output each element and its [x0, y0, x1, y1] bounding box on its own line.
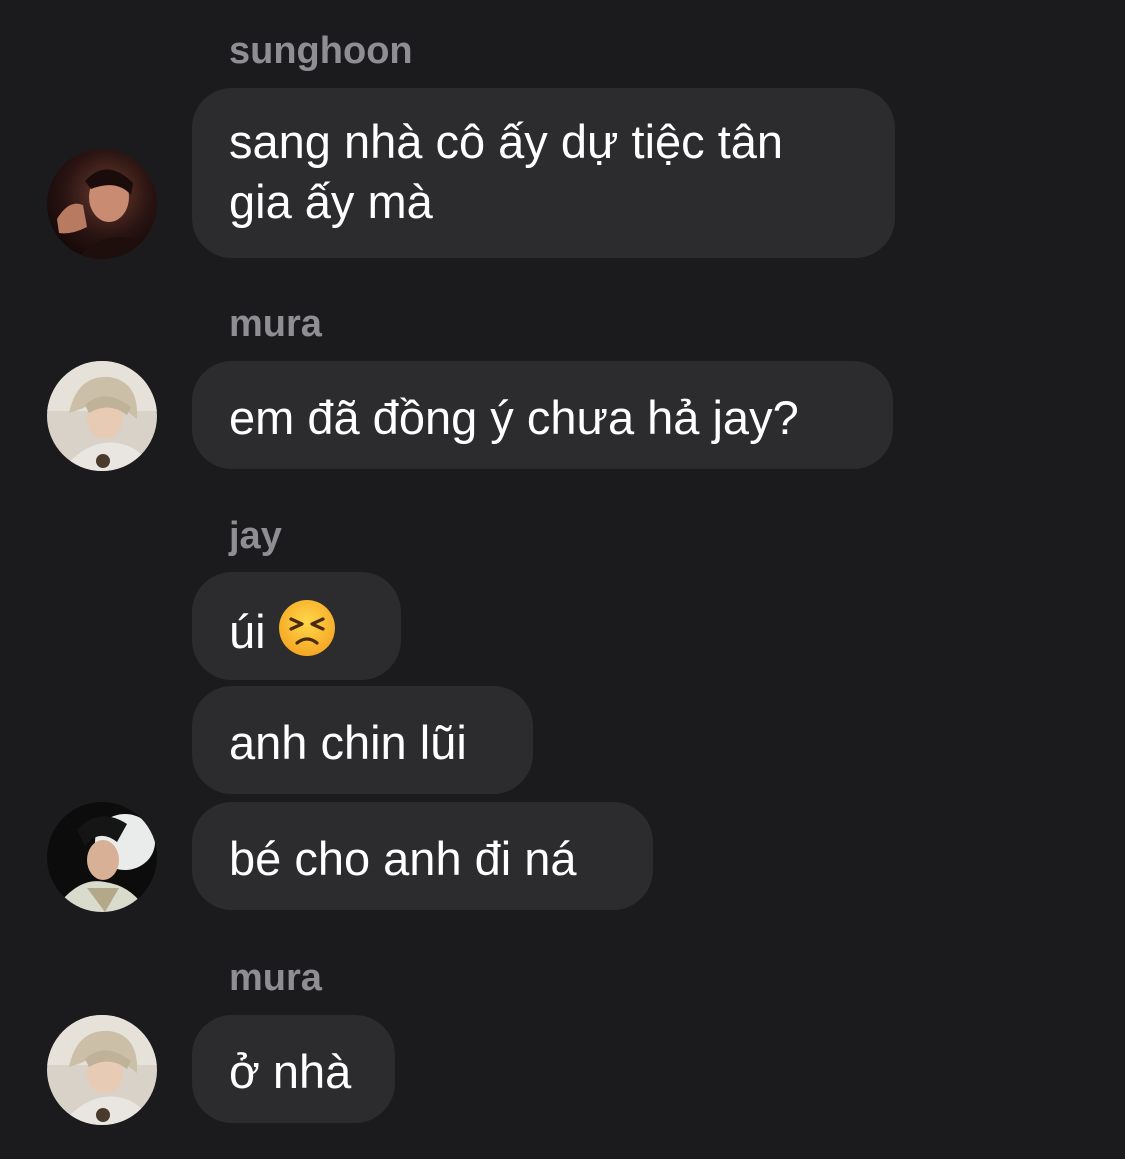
sender-name: mura — [229, 303, 322, 345]
sunghoon-avatar-image — [47, 149, 157, 259]
jay-avatar-image — [47, 802, 157, 912]
message-text: anh chin lũi — [229, 716, 467, 769]
message-bubble[interactable]: anh chin lũi — [192, 686, 533, 794]
message-text: em đã đồng ý chưa hả jay? — [229, 391, 799, 444]
avatar[interactable] — [47, 802, 157, 912]
avatar[interactable] — [47, 1015, 157, 1125]
message-bubble[interactable]: bé cho anh đi ná — [192, 802, 653, 910]
message-text-line: sang nhà cô ấy dự tiệc tân — [229, 115, 784, 168]
message-bubble[interactable]: em đã đồng ý chưa hả jay? — [192, 361, 893, 469]
message-bubble[interactable]: ở nhà — [192, 1015, 395, 1123]
message-text: ở nhà — [229, 1045, 352, 1098]
message-text: bé cho anh đi ná — [229, 832, 577, 885]
message-bubble[interactable]: úi — [192, 572, 401, 680]
avatar[interactable] — [47, 149, 157, 259]
mura-avatar-image — [47, 361, 157, 471]
mura-avatar-image — [47, 1015, 157, 1125]
sender-name: jay — [229, 515, 282, 557]
persevering-face-emoji — [278, 599, 336, 657]
avatar[interactable] — [47, 361, 157, 471]
message-text-line: gia ấy mà — [229, 175, 433, 228]
sender-name: sunghoon — [229, 30, 413, 72]
message-text: úi — [229, 605, 266, 658]
sender-name: mura — [229, 957, 322, 999]
message-bubble[interactable]: sang nhà cô ấy dự tiệc tân gia ấy mà — [192, 88, 895, 258]
